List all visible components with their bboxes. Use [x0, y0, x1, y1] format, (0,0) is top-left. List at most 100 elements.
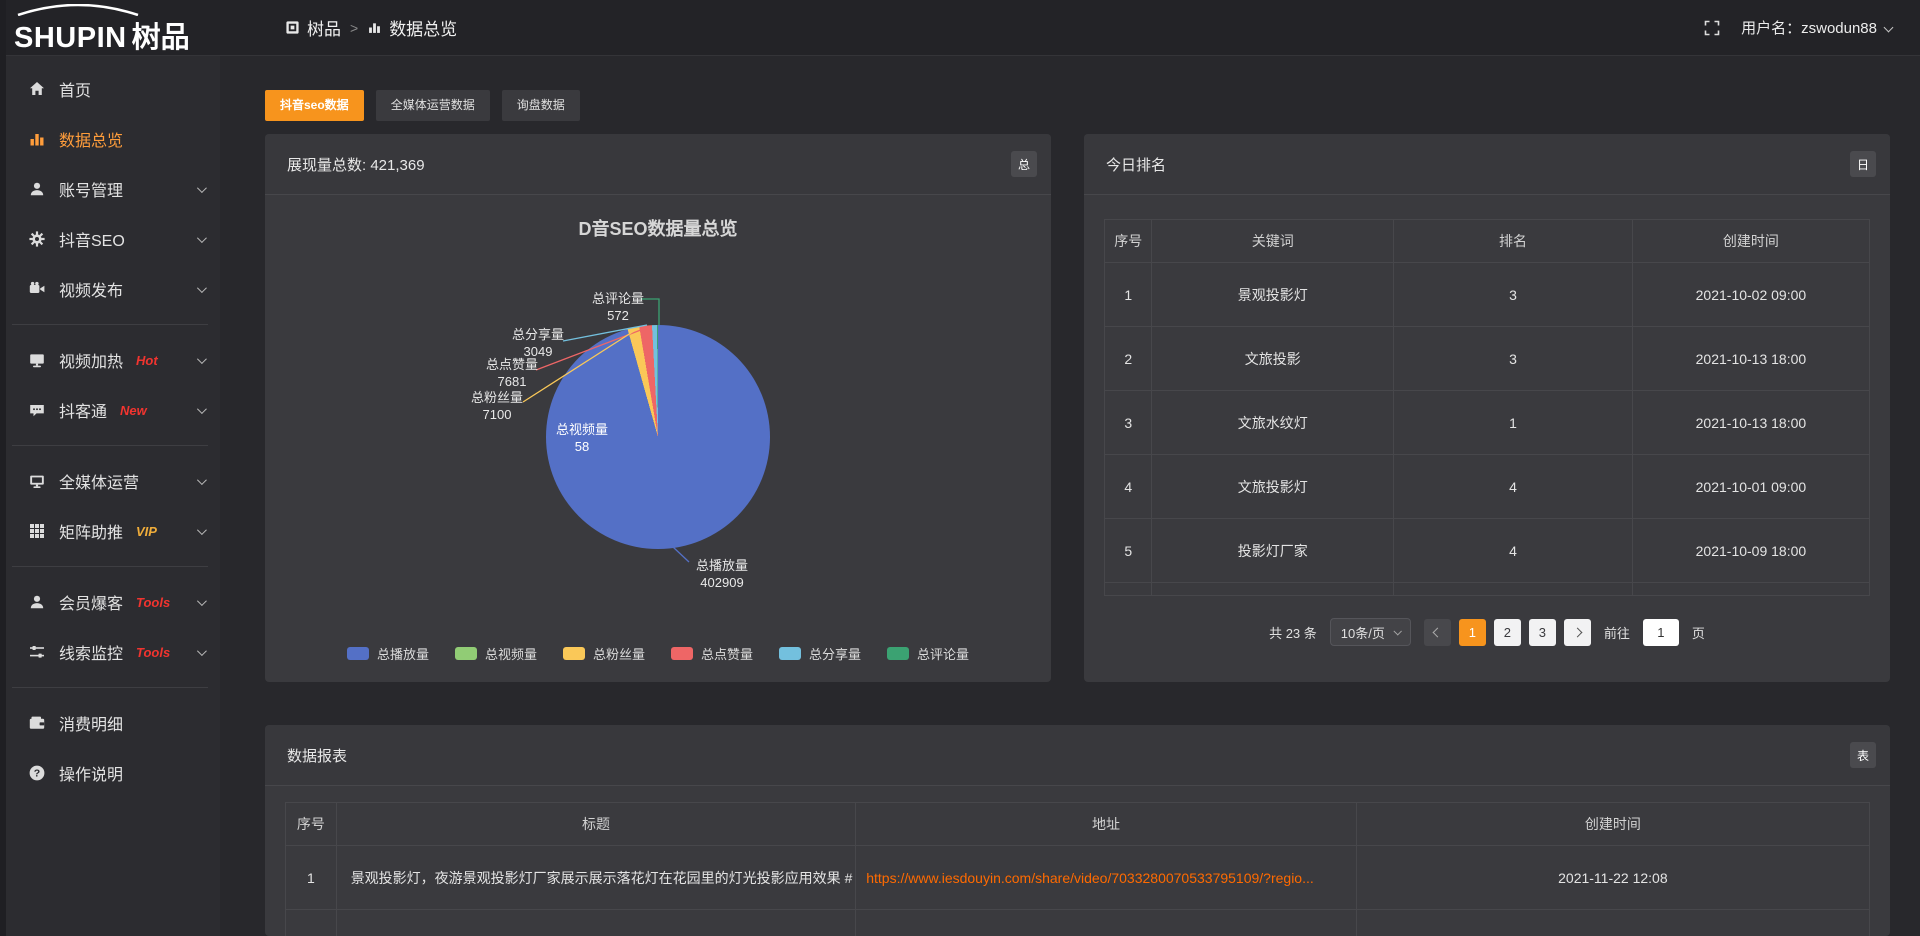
- day-badge-button[interactable]: 日: [1850, 151, 1876, 177]
- tab-media-operation-data[interactable]: 全媒体运营数据: [376, 90, 490, 121]
- hot-badge: Hot: [136, 353, 158, 368]
- sidebar-item-label: 视频发布: [59, 277, 123, 301]
- pagination: 共 23 条 10条/页 1 2 3 前往 页: [1104, 618, 1870, 646]
- col-rank: 排名: [1394, 220, 1633, 263]
- table-row: 1 景观投影灯 3 2021-10-02 09:00: [1105, 263, 1870, 327]
- sidebar-divider: [12, 445, 208, 446]
- breadcrumb: 树品 > 数据总览: [285, 15, 457, 40]
- page-button-3[interactable]: 3: [1529, 619, 1556, 646]
- data-report-panel: 数据报表 表 序号 标题 地址 创建时间 1 景观投影灯，夜游景观投影灯: [265, 725, 1890, 936]
- goto-page-input[interactable]: [1643, 619, 1679, 646]
- chevron-right-icon: [1572, 627, 1582, 637]
- legend-item-likes[interactable]: 总点赞量: [671, 644, 753, 663]
- legend-item-shares[interactable]: 总分享量: [779, 644, 861, 663]
- page-size-select[interactable]: 10条/页: [1330, 618, 1411, 646]
- sidebar-item-leads-monitor[interactable]: 线索监控 Tools: [0, 627, 220, 677]
- fullscreen-icon[interactable]: [1703, 19, 1721, 37]
- legend-item-plays[interactable]: 总播放量: [347, 644, 429, 663]
- chevron-down-icon: [197, 233, 207, 243]
- col-index: 序号: [286, 803, 337, 846]
- legend-item-comments[interactable]: 总评论量: [887, 644, 969, 663]
- chevron-down-icon: [197, 596, 207, 606]
- pie-label-shares: 总分享量 3049: [512, 326, 564, 360]
- table-row: 2 文旅投影 3 2021-10-13 18:00: [1105, 327, 1870, 391]
- report-panel-header: 数据报表 表: [265, 725, 1890, 786]
- col-created: 创建时间: [1632, 220, 1869, 263]
- impressions-panel-header: 展现量总数: 421,369 总: [265, 134, 1051, 195]
- chevron-down-icon: [1884, 23, 1894, 33]
- sidebar-item-home[interactable]: 首页: [0, 64, 220, 114]
- chevron-down-icon: [197, 404, 207, 414]
- logo[interactable]: SHUPIN树品: [0, 0, 220, 56]
- sidebar-item-consumption-detail[interactable]: 消费明细: [0, 698, 220, 748]
- legend-swatch: [455, 647, 477, 660]
- table-row: 5 投影灯厂家 4 2021-10-09 18:00: [1105, 519, 1870, 583]
- sidebar-item-label: 抖客通: [59, 398, 107, 422]
- chevron-down-icon: [1393, 627, 1401, 635]
- chevron-down-icon: [197, 283, 207, 293]
- sidebar-item-label: 抖音SEO: [59, 227, 125, 251]
- sidebar-item-instructions[interactable]: ? 操作说明: [0, 748, 220, 798]
- bar-chart-icon: [367, 20, 382, 35]
- legend-swatch: [347, 647, 369, 660]
- sidebar-item-douketong[interactable]: 抖客通 New: [0, 385, 220, 435]
- page-button-2[interactable]: 2: [1494, 619, 1521, 646]
- user-menu[interactable]: 用户名：zswodun88: [1741, 17, 1892, 38]
- pagination-total: 共 23 条: [1269, 623, 1317, 642]
- main-content: 抖音seo数据 全媒体运营数据 询盘数据 展现量总数: 421,369 总 D音…: [220, 56, 1920, 936]
- report-panel-title: 数据报表: [287, 745, 347, 766]
- video-link[interactable]: https://www.iesdouyin.com/share/video/70…: [866, 870, 1314, 886]
- ranking-table-area: 序号 关键词 排名 创建时间 1 景观投影灯 3 2021-10-02 09:0…: [1084, 195, 1890, 646]
- chevron-down-icon: [197, 354, 207, 364]
- wallet-icon: [28, 714, 46, 732]
- logo-en: SHUPIN: [14, 22, 127, 54]
- sidebar-item-label: 线索监控: [59, 640, 123, 664]
- chat-bubble-icon: [28, 401, 46, 419]
- impressions-panel: 展现量总数: 421,369 总 D音SEO数据量总览 总评论量 572: [265, 134, 1051, 682]
- tab-douyin-seo-data[interactable]: 抖音seo数据: [265, 90, 364, 121]
- svg-text:?: ?: [34, 768, 40, 780]
- sidebar-item-member-booster[interactable]: 会员爆客 Tools: [0, 577, 220, 627]
- sidebar-divider: [12, 687, 208, 688]
- col-created: 创建时间: [1356, 803, 1869, 846]
- sidebar-item-douyin-seo[interactable]: 抖音SEO: [0, 214, 220, 264]
- breadcrumb-current[interactable]: 数据总览: [367, 15, 457, 40]
- pie-label-plays: 总播放量 402909: [696, 557, 748, 591]
- breadcrumb-home[interactable]: 树品: [285, 15, 341, 40]
- logo-text: SHUPIN树品: [14, 14, 190, 56]
- window-edge: [0, 0, 6, 936]
- sidebar-item-media-operation[interactable]: 全媒体运营: [0, 456, 220, 506]
- goto-label: 前往: [1604, 623, 1630, 642]
- bar-chart-icon: [28, 130, 46, 148]
- sidebar-item-account-management[interactable]: 账号管理: [0, 164, 220, 214]
- prev-page-button[interactable]: [1424, 619, 1451, 646]
- tools-badge: Tools: [136, 645, 170, 660]
- chevron-down-icon: [197, 475, 207, 485]
- tools-badge: Tools: [136, 595, 170, 610]
- col-title: 标题: [336, 803, 856, 846]
- table-badge-button[interactable]: 表: [1850, 742, 1876, 768]
- pie-label-comments: 总评论量 572: [592, 290, 644, 324]
- sidebar-item-matrix-boost[interactable]: 矩阵助推 VIP: [0, 506, 220, 556]
- sidebar-item-video-heating[interactable]: 视频加热 Hot: [0, 335, 220, 385]
- legend-item-videos[interactable]: 总视频量: [455, 644, 537, 663]
- pie-chart-area: D音SEO数据量总览 总评论量 572 总分享量 3049: [265, 195, 1051, 681]
- legend-item-fans[interactable]: 总粉丝量: [563, 644, 645, 663]
- breadcrumb-home-label: 树品: [307, 15, 341, 40]
- topbar: SHUPIN树品 树品 > 数据总览: [0, 0, 1920, 56]
- sidebar-item-label: 首页: [59, 77, 91, 101]
- tab-inquiry-data[interactable]: 询盘数据: [502, 90, 580, 121]
- chevron-down-icon: [197, 525, 207, 535]
- monitor-icon: [28, 472, 46, 490]
- person-icon: [28, 593, 46, 611]
- legend-swatch: [887, 647, 909, 660]
- page-button-1[interactable]: 1: [1459, 619, 1486, 646]
- sidebar-item-video-publish[interactable]: 视频发布: [0, 264, 220, 314]
- sidebar-item-data-overview[interactable]: 数据总览: [0, 114, 220, 164]
- pie-leader-lines: [265, 195, 1051, 681]
- table-header-row: 序号 关键词 排名 创建时间: [1105, 220, 1870, 263]
- ranking-table: 序号 关键词 排名 创建时间 1 景观投影灯 3 2021-10-02 09:0…: [1104, 219, 1870, 596]
- total-badge-button[interactable]: 总: [1011, 151, 1037, 177]
- next-page-button[interactable]: [1564, 619, 1591, 646]
- sidebar-item-label: 操作说明: [59, 761, 123, 785]
